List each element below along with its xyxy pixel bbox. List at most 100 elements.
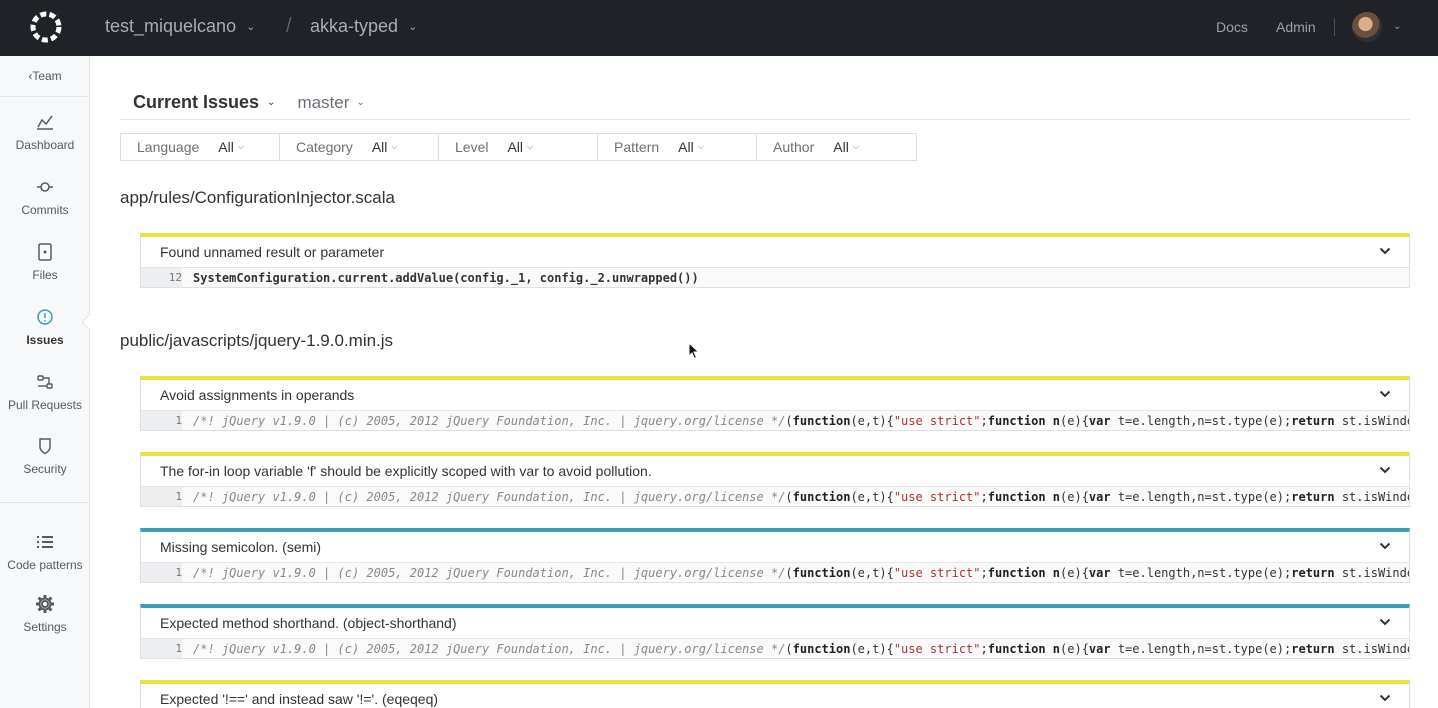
filter-language[interactable]: Language All ⌵	[121, 134, 280, 160]
chevron-down-icon[interactable]: ⌄	[356, 97, 364, 108]
repo-switcher[interactable]: akka-typed ⌄	[310, 16, 417, 37]
sidebar-item-settings[interactable]: Settings	[0, 594, 90, 636]
sidebar-item-code-patterns[interactable]: Code patterns	[0, 532, 90, 574]
line-number: 12	[141, 268, 182, 287]
issue-header[interactable]: Avoid assignments in operands	[141, 380, 1409, 410]
chevron-down-icon[interactable]	[1379, 464, 1391, 476]
admin-link[interactable]: Admin	[1276, 19, 1316, 35]
gear-icon	[35, 594, 55, 614]
issue-header[interactable]: Found unnamed result or parameter	[141, 237, 1409, 267]
issue-icon	[35, 307, 55, 327]
filter-label: Pattern	[614, 139, 660, 155]
filter-pattern[interactable]: Pattern All ⌵	[598, 134, 757, 160]
top-bar: test_miquelcano ⌄ / akka-typed ⌄ Docs Ad…	[0, 0, 1438, 56]
sidebar-item-label: Settings	[23, 620, 67, 634]
chevron-down-icon[interactable]	[1379, 540, 1391, 552]
view-selector[interactable]: Current Issues	[133, 92, 259, 113]
chart-icon	[35, 112, 55, 132]
issue-card[interactable]: Expected '!==' and instead saw '!='. (eq…	[140, 680, 1410, 708]
mouse-cursor-icon	[688, 342, 700, 360]
filter-category[interactable]: Category All ⌵	[280, 134, 439, 160]
code-line: 12 SystemConfiguration.current.addValue(…	[141, 267, 1409, 287]
pull-request-icon	[35, 372, 55, 392]
code-snippet: /*! jQuery v1.9.0 | (c) 2005, 2012 jQuer…	[193, 489, 1409, 504]
filter-value[interactable]: All	[678, 139, 694, 155]
sidebar-item-files[interactable]: Files	[0, 242, 90, 284]
list-icon	[35, 532, 55, 552]
sidebar-item-pull-requests[interactable]: Pull Requests	[0, 372, 90, 414]
line-number: 1	[141, 639, 182, 658]
main-content: Current Issues ⌄ master ⌄ Language All ⌵…	[90, 56, 1438, 708]
line-number: 1	[141, 487, 182, 506]
filter-level[interactable]: Level All ⌵	[439, 134, 598, 160]
chevron-down-icon[interactable]	[1379, 692, 1391, 704]
page-header: Current Issues ⌄ master ⌄	[133, 92, 365, 113]
sidebar-item-issues[interactable]: Issues	[0, 307, 90, 349]
issue-header[interactable]: The for-in loop variable 'f' should be e…	[141, 456, 1409, 486]
org-switcher[interactable]: test_miquelcano ⌄	[105, 16, 255, 37]
chevron-down-icon: ⌄	[246, 21, 256, 33]
chevron-down-icon: ⌵	[697, 142, 704, 151]
issue-card[interactable]: Found unnamed result or parameter 12 Sys…	[140, 233, 1410, 288]
avatar[interactable]	[1352, 12, 1382, 42]
issue-card[interactable]: Avoid assignments in operands 1 /*! jQue…	[140, 376, 1410, 431]
issue-card[interactable]: Missing semicolon. (semi) 1 /*! jQuery v…	[140, 528, 1410, 583]
chevron-down-icon[interactable]	[1379, 616, 1391, 628]
file-path[interactable]: app/rules/ConfigurationInjector.scala	[120, 188, 395, 208]
issue-header[interactable]: Expected '!==' and instead saw '!='. (eq…	[141, 684, 1409, 708]
filter-value[interactable]: All	[218, 139, 234, 155]
chevron-down-icon: ⌄	[408, 21, 418, 33]
code-snippet: /*! jQuery v1.9.0 | (c) 2005, 2012 jQuer…	[193, 565, 1409, 580]
chevron-down-icon[interactable]: ⌄	[267, 97, 275, 108]
commit-icon	[35, 177, 55, 197]
sidebar-item-label: Commits	[21, 203, 69, 217]
back-to-team-link[interactable]: ‹Team	[0, 69, 90, 83]
filter-author[interactable]: Author All ⌵	[757, 134, 916, 160]
chevron-down-icon[interactable]	[1379, 245, 1391, 257]
divider	[1334, 18, 1335, 36]
issue-title: Missing semicolon. (semi)	[160, 539, 322, 555]
filter-label: Category	[296, 139, 353, 155]
issue-card[interactable]: The for-in loop variable 'f' should be e…	[140, 452, 1410, 507]
code-snippet: /*! jQuery v1.9.0 | (c) 2005, 2012 jQuer…	[193, 413, 1409, 428]
line-number: 1	[141, 411, 182, 430]
sidebar: ‹Team Dashboard Commits Files Issues Pul…	[0, 56, 99, 708]
file-path[interactable]: public/javascripts/jquery-1.9.0.min.js	[120, 331, 393, 351]
filter-value[interactable]: All	[372, 139, 388, 155]
sidebar-item-label: Dashboard	[15, 138, 75, 152]
sidebar-item-commits[interactable]: Commits	[0, 177, 90, 219]
code-line: 1 /*! jQuery v1.9.0 | (c) 2005, 2012 jQu…	[141, 486, 1409, 506]
file-icon	[35, 242, 55, 262]
org-name: test_miquelcano	[105, 16, 237, 36]
codacy-logo-icon[interactable]	[27, 8, 65, 46]
filter-label: Author	[773, 139, 815, 155]
issue-title: Avoid assignments in operands	[160, 387, 355, 403]
filter-bar: Language All ⌵ Category All ⌵ Level All …	[120, 133, 917, 161]
chevron-down-icon[interactable]	[1379, 388, 1391, 400]
code-line: 1 /*! jQuery v1.9.0 | (c) 2005, 2012 jQu…	[141, 410, 1409, 430]
sidebar-item-dashboard[interactable]: Dashboard	[0, 112, 90, 154]
code-line: 1 /*! jQuery v1.9.0 | (c) 2005, 2012 jQu…	[141, 562, 1409, 582]
chevron-down-icon: ⌵	[852, 142, 859, 151]
line-number: 1	[141, 563, 182, 582]
issue-title: Expected method shorthand. (object-short…	[160, 615, 457, 631]
issue-header[interactable]: Expected method shorthand. (object-short…	[141, 608, 1409, 638]
back-label: Team	[32, 69, 62, 83]
shield-icon	[35, 436, 55, 456]
repo-name: akka-typed	[310, 16, 399, 36]
chevron-down-icon[interactable]: ⌄	[1393, 21, 1401, 32]
sidebar-item-label: Pull Requests	[7, 398, 83, 412]
issue-header[interactable]: Missing semicolon. (semi)	[141, 532, 1409, 562]
sidebar-item-security[interactable]: Security	[0, 436, 90, 478]
docs-link[interactable]: Docs	[1216, 19, 1248, 35]
code-snippet: /*! jQuery v1.9.0 | (c) 2005, 2012 jQuer…	[193, 641, 1409, 656]
chevron-down-icon: ⌵	[237, 142, 244, 151]
branch-selector[interactable]: master	[297, 93, 349, 113]
filter-value[interactable]: All	[833, 139, 849, 155]
filter-value[interactable]: All	[507, 139, 523, 155]
sidebar-item-label: Code patterns	[7, 558, 83, 572]
issue-card[interactable]: Expected method shorthand. (object-short…	[140, 604, 1410, 659]
issue-title: Found unnamed result or parameter	[160, 244, 385, 260]
chevron-down-icon: ⌵	[527, 142, 534, 151]
code-line: 1 /*! jQuery v1.9.0 | (c) 2005, 2012 jQu…	[141, 638, 1409, 658]
